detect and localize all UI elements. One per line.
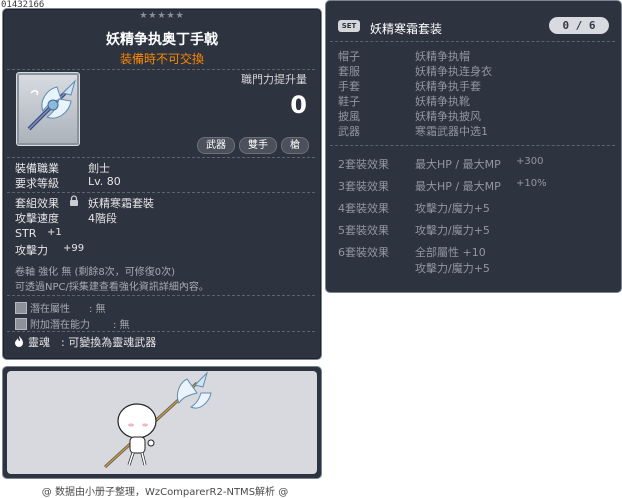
set-item-row: 套服 妖精争执连身衣: [326, 63, 616, 78]
star-rating: ★★★★★: [139, 11, 185, 21]
lock-icon: [69, 195, 79, 210]
set-effect-row: 5套裝效果 攻擊力/魔力+5: [326, 222, 616, 237]
npc-info: 可透過NPC/採集建查看強化資訊詳細內容。: [15, 282, 209, 293]
divider: [330, 145, 615, 146]
set-effect-row: 6套裝效果 全部屬性 +10: [326, 244, 616, 259]
set-effect-tier: 6套裝效果: [338, 246, 389, 259]
set-effect-tier: 2套裝效果: [338, 158, 389, 171]
attack-speed-label: 攻擊速度: [15, 212, 59, 225]
set-item-name: 妖精争执靴: [415, 95, 470, 108]
character-with-weapon: [103, 371, 212, 469]
set-count: 0 / 6: [549, 17, 609, 34]
set-effect-stat: 攻擊力/魔力+5: [415, 262, 490, 275]
set-item-row: 帽子 妖精争执帽: [326, 48, 616, 63]
divider: [7, 295, 315, 296]
set-effect-row: 攻擊力/魔力+5: [326, 260, 616, 275]
level-value: Lv. 80: [88, 175, 121, 188]
gem-icon: [15, 318, 27, 330]
set-effect-stat: 攻擊力/魔力+5: [415, 202, 490, 215]
character-preview-panel: [2, 366, 322, 479]
set-effect-tier: 5套裝效果: [338, 224, 389, 237]
soul-label: 靈魂: [28, 336, 50, 349]
set-item-name: 妖精争执帽: [415, 50, 470, 63]
set-item-row: 手套 妖精争执手套: [326, 78, 616, 93]
set-effect-stat: 最大HP / 最大MP: [415, 180, 501, 193]
weapon-item-icon: [16, 72, 80, 146]
set-effect-label: 套組效果: [15, 197, 59, 210]
attack-value: +99: [63, 243, 85, 254]
set-item-name: 妖精争执披风: [415, 110, 481, 123]
set-badge-icon: SET: [338, 20, 360, 32]
character-preview-area: [7, 371, 317, 474]
set-item-slot: 披風: [338, 110, 360, 123]
attack-increase-label: 職門力提升量: [241, 73, 307, 86]
set-effect-value: 妖精寒霜套裝: [88, 197, 154, 210]
set-info-panel: SET 妖精寒霜套装 0 / 6 帽子 妖精争执帽 套服 妖精争执连身衣 手套 …: [325, 0, 622, 293]
set-item-name: 寒霜武器中选1: [415, 125, 488, 138]
set-item-slot: 套服: [338, 65, 360, 78]
set-effect-row: 3套裝效果 最大HP / 最大MP +10%: [326, 178, 616, 193]
soul-value: : 可變換為靈魂武器: [61, 336, 157, 349]
set-item-slot: 武器: [338, 125, 360, 138]
divider: [7, 192, 315, 193]
set-item-name: 妖精争执连身衣: [415, 65, 492, 78]
set-effect-stat: 全部屬性 +10: [415, 246, 486, 259]
gem-icon: [15, 302, 27, 314]
set-item-row: 鞋子 妖精争执靴: [326, 93, 616, 108]
set-effect-number: +300: [516, 156, 544, 167]
set-item-slot: 鞋子: [338, 95, 360, 108]
potential-label: 潛在屬性: [30, 304, 70, 315]
set-effect-tier: 3套裝效果: [338, 180, 389, 193]
str-label: STR: [15, 227, 37, 240]
divider: [7, 331, 315, 332]
attack-label: 攻擊力: [15, 244, 48, 257]
job-label: 裝備職業: [15, 162, 59, 175]
divider: [7, 157, 315, 158]
set-item-row: 披風 妖精争执披风: [326, 108, 616, 123]
job-value: 劍士: [88, 162, 110, 175]
attack-increase-value: 0: [290, 91, 307, 119]
item-title: 妖精争执奥丁手戟: [106, 32, 218, 48]
tag-spear: 槍: [281, 137, 309, 154]
attack-speed-value: 4階段: [88, 212, 117, 225]
job-row: 裝備職業: [15, 160, 59, 176]
level-label: 要求等級: [15, 177, 59, 190]
item-tooltip-panel: ★★★★★ 妖精争执奥丁手戟 装備時不可交換 職門力提升量 0 武器 雙手 槍 …: [2, 8, 322, 360]
additional-potential-label: 附加潛在能力: [30, 320, 90, 331]
set-effect-stat: 攻擊力/魔力+5: [415, 224, 490, 237]
set-effect-stat: 最大HP / 最大MP: [415, 158, 501, 171]
set-item-slot: 手套: [338, 80, 360, 93]
str-value: +1: [47, 227, 62, 238]
set-item-slot: 帽子: [338, 50, 360, 63]
potential-value: : 無: [89, 304, 106, 315]
tag-two-handed: 雙手: [239, 137, 277, 154]
scroll-enhance-info: 卷軸 強化 無 (剩餘8次，可修復0次): [15, 267, 176, 278]
set-effect-row: 4套裝效果 攻擊力/魔力+5: [326, 200, 616, 215]
set-item-row: 武器 寒霜武器中选1: [326, 123, 616, 138]
divider: [330, 41, 615, 42]
weapon-tags: 武器 雙手 槍: [197, 137, 309, 154]
set-item-name: 妖精争执手套: [415, 80, 481, 93]
footer-credit: @ 数据由小册子整理，WzComparerR2-NTMS解析 @: [41, 487, 289, 498]
trade-restriction: 装備時不可交換: [119, 52, 204, 66]
set-name: 妖精寒霜套装: [370, 22, 443, 36]
set-effect-row: 2套裝效果 最大HP / 最大MP +300: [326, 156, 616, 171]
set-effect-number: +10%: [516, 178, 547, 189]
additional-potential-value: : 無: [113, 320, 130, 331]
flame-icon: [14, 335, 24, 350]
tag-weapon: 武器: [197, 137, 235, 154]
set-effect-tier: 4套裝效果: [338, 202, 389, 215]
divider: [7, 69, 315, 70]
